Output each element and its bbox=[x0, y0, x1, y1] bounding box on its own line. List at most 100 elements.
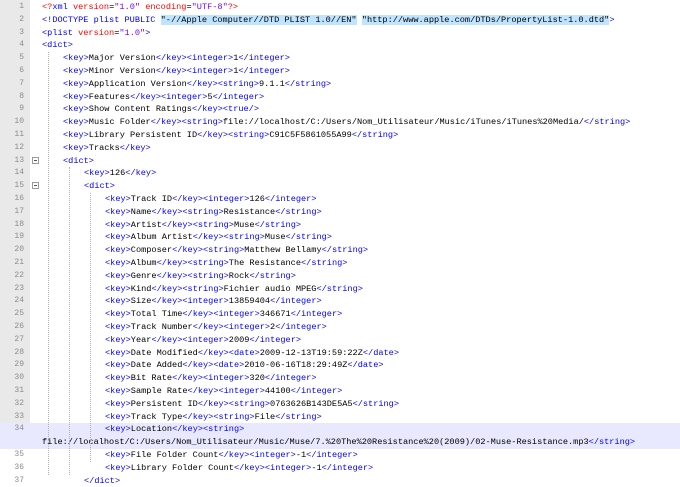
line-number: 2 bbox=[19, 14, 24, 24]
code-line[interactable]: 5 <key>Major Version</key><integer>1</int… bbox=[0, 52, 680, 65]
code-token: </key><integer> bbox=[151, 296, 229, 307]
code-line[interactable]: 31 <key>Sample Rate</key><integer>44100</… bbox=[0, 385, 680, 398]
code-line[interactable]: 3 <plist version="1.0"> bbox=[0, 27, 680, 40]
code-line[interactable]: 36 <key>Library Folder Count</key><intege… bbox=[0, 462, 680, 475]
code-token: 44100 bbox=[264, 386, 291, 396]
code-line[interactable]: 12 <key>Tracks</key> bbox=[0, 142, 680, 155]
code-token: </integer> bbox=[212, 91, 265, 102]
line-number: 1 bbox=[19, 2, 24, 11]
line-number: 13 bbox=[14, 155, 24, 165]
code-token: <key> bbox=[63, 104, 89, 115]
code-line[interactable]: 22 <key>Genre</key><string>Rock</string> bbox=[0, 270, 680, 283]
code-line[interactable]: 19 <key>Album Artist</key><string>Muse</s… bbox=[0, 231, 680, 244]
code-line[interactable]: 29 <key>Date Added</key><date>2010-06-16T… bbox=[0, 359, 680, 372]
code-text: <key>Tracks</key> bbox=[63, 142, 151, 155]
code-line[interactable]: 20 <key>Composer</key><string>Matthew Bel… bbox=[0, 244, 680, 257]
code-line[interactable]: 16 <key>Track ID</key><integer>126</integ… bbox=[0, 193, 680, 206]
fold-toggle-icon[interactable] bbox=[32, 156, 39, 164]
code-line[interactable]: 15 <dict> bbox=[0, 180, 680, 193]
code-line[interactable]: 4 <dict> bbox=[0, 39, 680, 52]
code-token: 9.1.1 bbox=[259, 78, 285, 89]
code-line[interactable]: 35 <key>File Folder Count</key><integer>-… bbox=[0, 449, 680, 462]
code-line[interactable]: 23 <key>Kind</key><string>Fichier audio M… bbox=[0, 283, 680, 296]
code-token: <!DOCTYPE plist PUBLIC bbox=[42, 14, 161, 25]
code-line[interactable]: 26 <key>Track Number</key><integer>2</int… bbox=[0, 321, 680, 334]
code-token: </key><integer> bbox=[233, 462, 312, 473]
code-token: <dict> bbox=[42, 40, 73, 51]
code-token: 2009-12-13T19:59:22Z bbox=[259, 347, 363, 358]
line-number: 27 bbox=[14, 334, 24, 344]
code-line[interactable]: 8 <key>Features</key><integer>5</integer> bbox=[0, 91, 680, 104]
code-line[interactable]: 7 <key>Application Version</key><string>9… bbox=[0, 78, 680, 91]
code-token: Sample Rate bbox=[130, 386, 188, 396]
code-token: Album bbox=[130, 258, 157, 268]
line-number: 6 bbox=[19, 66, 24, 75]
line-number: 23 bbox=[14, 283, 24, 293]
code-token: <key> bbox=[105, 258, 131, 268]
line-number: 32 bbox=[14, 398, 24, 408]
code-token: "UTF-8" bbox=[191, 2, 228, 12]
code-token: Matthew Bellamy bbox=[244, 245, 322, 256]
code-token: </key><string> bbox=[192, 232, 265, 243]
code-text: <key>Sample Rate</key><integer>44100</in… bbox=[105, 385, 342, 398]
code-text: <key>Track ID</key><integer>126</integer… bbox=[105, 193, 316, 206]
code-token: </key><integer> bbox=[155, 66, 234, 76]
code-text: <key>Date Added</key><date>2010-06-16T18… bbox=[105, 359, 384, 372]
code-line[interactable]: 34 <key>Location</key><string> bbox=[0, 423, 680, 437]
code-line[interactable]: 11 <key>Library Persistent ID</key><strin… bbox=[0, 129, 680, 142]
code-token: </key> bbox=[125, 168, 157, 179]
code-text: <key>Bit Rate</key><integer>320</integer… bbox=[105, 372, 316, 385]
code-line[interactable]: 18 <key>Artist</key><string>Muse</string> bbox=[0, 219, 680, 232]
code-line[interactable]: file://localhost/C:/Users/Nom_Utilisateu… bbox=[0, 436, 680, 449]
code-line[interactable]: 30 <key>Bit Rate</key><integer>320</integ… bbox=[0, 372, 680, 385]
code-line[interactable]: 27 <key>Year</key><integer>2009</integer> bbox=[0, 334, 680, 347]
line-number: 34 bbox=[14, 424, 24, 434]
code-line[interactable]: 2 <!DOCTYPE plist PUBLIC "-//Apple Comput… bbox=[0, 14, 680, 27]
code-token: File Folder Count bbox=[130, 450, 219, 460]
line-number: 30 bbox=[14, 373, 24, 383]
code-token: <key> bbox=[105, 450, 131, 460]
code-line[interactable]: 21 <key>Album</key><string>The Resistance… bbox=[0, 257, 680, 270]
code-text: <plist version="1.0"> bbox=[42, 27, 150, 40]
code-line[interactable]: 14 <key>126</key> bbox=[0, 167, 680, 180]
line-number: 17 bbox=[14, 206, 24, 216]
code-text: <key>Library Folder Count</key><integer>… bbox=[105, 462, 373, 475]
line-number: 37 bbox=[14, 475, 24, 485]
code-token: "1.0" bbox=[119, 27, 146, 38]
code-line[interactable]: 28 <key>Date Modified</key><date>2009-12-… bbox=[0, 347, 680, 360]
indent-guide bbox=[48, 52, 49, 475]
code-token: file://localhost/C:/Users/Nom_Utilisateu… bbox=[42, 437, 589, 448]
code-token: Application Version bbox=[88, 78, 187, 89]
code-token: </key><date> bbox=[197, 347, 260, 358]
code-line[interactable]: 37 </dict> bbox=[0, 475, 680, 487]
code-token: </string> bbox=[254, 219, 302, 230]
code-line[interactable]: 32 <key>Persistent ID</key><string>076362… bbox=[0, 398, 680, 411]
code-line[interactable]: 10 <key>Music Folder</key><string>file://… bbox=[0, 116, 680, 129]
code-token: Album Artist bbox=[130, 232, 193, 243]
code-editor[interactable]: 1 <?xml version="1.0" encoding="UTF-8"?> 2… bbox=[0, 0, 680, 486]
code-token: version bbox=[72, 27, 115, 38]
code-text: <key>File Folder Count</key><integer>-1<… bbox=[105, 449, 358, 462]
code-token: Track ID bbox=[130, 194, 173, 204]
code-line[interactable]: 33 <key>Track Type</key><string>File</str… bbox=[0, 411, 680, 424]
code-line[interactable]: 1 <?xml version="1.0" encoding="UTF-8"?> bbox=[0, 1, 680, 14]
code-token: encoding bbox=[140, 2, 187, 12]
code-line[interactable]: 24 <key>Size</key><integer>13859404</inte… bbox=[0, 295, 680, 308]
code-token: <key> bbox=[105, 360, 131, 371]
code-line[interactable]: 6 <key>Minor Version</key><integer>1</int… bbox=[0, 65, 680, 78]
code-line[interactable]: 17 <key>Name</key><string>Resistance</str… bbox=[0, 206, 680, 219]
fold-toggle-icon[interactable] bbox=[32, 182, 39, 190]
line-number: 5 bbox=[19, 53, 24, 63]
code-token: Resistance bbox=[223, 206, 276, 217]
code-token: "-//Apple Computer//DTD PLIST 1.0//EN" bbox=[160, 14, 357, 25]
code-token: <key> bbox=[105, 309, 131, 320]
code-line[interactable]: 9 <key>Show Content Ratings</key><true/> bbox=[0, 103, 680, 116]
code-line[interactable]: 25 <key>Total Time</key><integer>346671</… bbox=[0, 308, 680, 321]
code-token: </date> bbox=[347, 360, 384, 371]
code-token: </key><integer> bbox=[187, 386, 265, 396]
code-token: </key><integer> bbox=[192, 322, 271, 332]
code-token: </key> bbox=[119, 142, 151, 153]
code-line[interactable]: 13 <dict> bbox=[0, 155, 680, 168]
code-token: Major Version bbox=[88, 53, 156, 64]
code-token: </key><string> bbox=[151, 283, 224, 294]
